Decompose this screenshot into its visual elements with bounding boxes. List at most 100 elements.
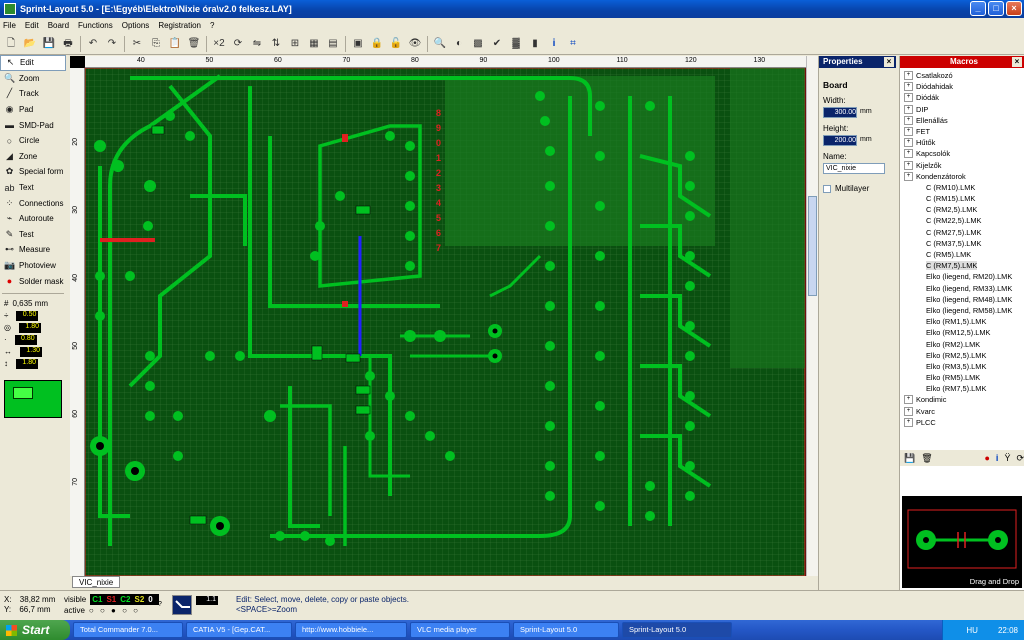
pad-drill-icon[interactable]: · — [4, 335, 7, 344]
track-mode-icon[interactable] — [172, 595, 192, 615]
tool-zone[interactable]: ◢ Zone — [0, 149, 66, 165]
tool-circle[interactable]: ○ Circle — [0, 133, 66, 149]
save-icon[interactable]: 💾 — [42, 37, 56, 51]
tool-track[interactable]: ╱ Track — [0, 86, 66, 102]
menu-board[interactable]: Board — [48, 21, 69, 30]
transparent-icon[interactable]: ◐ — [452, 37, 466, 51]
macro-file[interactable]: C (RM7,5).LMK — [900, 260, 1024, 271]
macro-file[interactable]: Elko (liegend, RM33).LMK — [900, 283, 1024, 294]
layer-toggle-s1[interactable]: S1 — [106, 594, 116, 605]
print-icon[interactable]: 🖶 — [61, 37, 75, 51]
macro-folder[interactable]: FET — [900, 126, 1024, 137]
mirror-h-icon[interactable]: ⇋ — [250, 37, 264, 51]
tool-measure[interactable]: ⊷ Measure — [0, 242, 66, 258]
menu-[interactable]: ? — [210, 21, 214, 30]
name-field[interactable]: VIC_nixie — [823, 163, 885, 174]
tool-photoview[interactable]: 📷 Photoview — [0, 258, 66, 274]
duplicate-icon[interactable]: ×2 — [212, 37, 226, 51]
macro-folder[interactable]: Diódák — [900, 92, 1024, 103]
track-width-value[interactable]: 1.1 — [196, 596, 218, 605]
language-indicator[interactable]: HU — [966, 626, 978, 635]
close-macros-button[interactable]: × — [1012, 57, 1022, 67]
macro-file[interactable]: C (RM27,5).LMK — [900, 227, 1024, 238]
width-field[interactable]: 300.00 — [823, 107, 857, 118]
copy-icon[interactable]: ⎘ — [149, 37, 163, 51]
macro-file[interactable]: Elko (RM12,5).LMK — [900, 327, 1024, 338]
help-button[interactable]: ? — [158, 601, 162, 608]
properties-icon[interactable]: ✔ — [490, 37, 504, 51]
component-icon[interactable]: ▮ — [528, 37, 542, 51]
pcb-canvas[interactable]: 8901234567 — [70, 56, 816, 578]
delete-icon[interactable]: 🗑 — [187, 37, 201, 51]
macro-file[interactable]: Elko (RM2,5).LMK — [900, 350, 1024, 361]
macro-folder[interactable]: Diódahidak — [900, 81, 1024, 92]
scanned-copy-icon[interactable]: ▩ — [471, 37, 485, 51]
delete-macro-icon[interactable]: 🗑 — [921, 453, 932, 464]
menu-options[interactable]: Options — [122, 21, 150, 30]
cut-icon[interactable]: ✂ — [130, 37, 144, 51]
drc-icon[interactable]: ▓ — [509, 37, 523, 51]
macro-folder[interactable]: Kijelzők — [900, 160, 1024, 171]
board-tab[interactable]: VIC_nixie — [72, 576, 121, 588]
redo-icon[interactable]: ↷ — [105, 37, 119, 51]
macro-folder[interactable]: Kvarc — [900, 406, 1024, 417]
macro-tree[interactable]: Csatlakozó DiódahidakDiódákDIPEllenállásF… — [900, 68, 1024, 450]
taskbar-item[interactable]: CATIA V5 - [Gep.CAT... — [186, 622, 292, 638]
height-field[interactable]: 200.00 — [823, 135, 857, 146]
scroll-thumb[interactable] — [808, 196, 817, 296]
layer-toggle-0[interactable]: 0 — [148, 594, 152, 605]
tool-zoom[interactable]: 🔍 Zoom — [0, 71, 66, 87]
layer-toggle-c2[interactable]: C2 — [120, 594, 130, 605]
tool-smd-pad[interactable]: ▬ SMD-Pad — [0, 117, 66, 133]
record-icon[interactable]: ● — [984, 453, 989, 463]
smd-width-icon[interactable]: ↔ — [4, 347, 12, 356]
menu-functions[interactable]: Functions — [78, 21, 113, 30]
macro-folder[interactable]: PLCC — [900, 417, 1024, 428]
unlock-icon[interactable]: 🔓 — [389, 37, 403, 51]
tool-solder-mask[interactable]: ● Solder mask — [0, 273, 66, 289]
lock-icon[interactable]: 🔒 — [370, 37, 384, 51]
menu-file[interactable]: File — [3, 21, 16, 30]
track_width-value[interactable]: 0.50 — [16, 310, 39, 321]
taskbar-item[interactable]: Sprint-Layout 5.0 — [622, 622, 732, 638]
multilayer-checkbox[interactable] — [823, 184, 831, 193]
rotate-icon[interactable]: ⟳ — [231, 37, 245, 51]
macro-preview[interactable]: Drag and Drop — [902, 496, 1022, 588]
tool-special-form[interactable]: ✿ Special form — [0, 164, 66, 180]
vertical-scrollbar[interactable] — [806, 56, 818, 578]
macro-file[interactable]: Elko (RM3,5).LMK — [900, 361, 1024, 372]
close-properties-button[interactable]: × — [884, 57, 894, 67]
macro-file[interactable]: C (RM15).LMK — [900, 193, 1024, 204]
macro-file[interactable]: Elko (RM7,5).LMK — [900, 383, 1024, 394]
minimize-button[interactable]: _ — [970, 1, 986, 16]
macro-file[interactable]: C (RM37,5).LMK — [900, 238, 1024, 249]
menu-registration[interactable]: Registration — [158, 21, 201, 30]
info-icon[interactable]: i — [547, 37, 561, 51]
tool-autoroute[interactable]: ⌁ Autoroute — [0, 211, 66, 227]
filter-icon[interactable]: Ÿ — [1004, 453, 1010, 463]
macro-file[interactable]: C (RM5).LMK — [900, 249, 1024, 260]
pcb-board[interactable]: 8901234567 — [70, 56, 816, 578]
macro-file[interactable]: C (RM2,5).LMK — [900, 204, 1024, 215]
save-macro-icon[interactable]: 💾 — [904, 453, 915, 464]
pad_inner-value[interactable]: 0.80 — [14, 334, 37, 345]
eye-icon[interactable]: 👁 — [408, 37, 422, 51]
tool-connections[interactable]: ⁘ Connections — [0, 195, 66, 211]
macro-folder[interactable]: DIP — [900, 104, 1024, 115]
pad-size-icon[interactable]: ◎ — [4, 323, 11, 332]
macro-file[interactable]: Elko (RM1,5).LMK — [900, 316, 1024, 327]
tool-text[interactable]: ab Text — [0, 180, 66, 196]
taskbar-item[interactable]: Sprint-Layout 5.0 — [513, 622, 619, 638]
zoom-icon[interactable]: 🔍 — [433, 37, 447, 51]
macro-file[interactable]: C (RM22,5).LMK — [900, 215, 1024, 226]
layer-icon[interactable]: ▣ — [351, 37, 365, 51]
mirror-v-icon[interactable]: ⇅ — [269, 37, 283, 51]
taskbar-item[interactable]: Total Commander 7.0... — [73, 622, 183, 638]
undo-icon[interactable]: ↶ — [86, 37, 100, 51]
close-button[interactable]: × — [1006, 1, 1022, 16]
smd_h-value[interactable]: 1.80 — [16, 358, 38, 369]
layer-toggle-s2[interactable]: S2 — [135, 594, 145, 605]
macro-file[interactable]: Elko (RM5).LMK — [900, 372, 1024, 383]
tool-test[interactable]: ✎ Test — [0, 227, 66, 243]
pad_outer-value[interactable]: 1.80 — [18, 322, 41, 333]
